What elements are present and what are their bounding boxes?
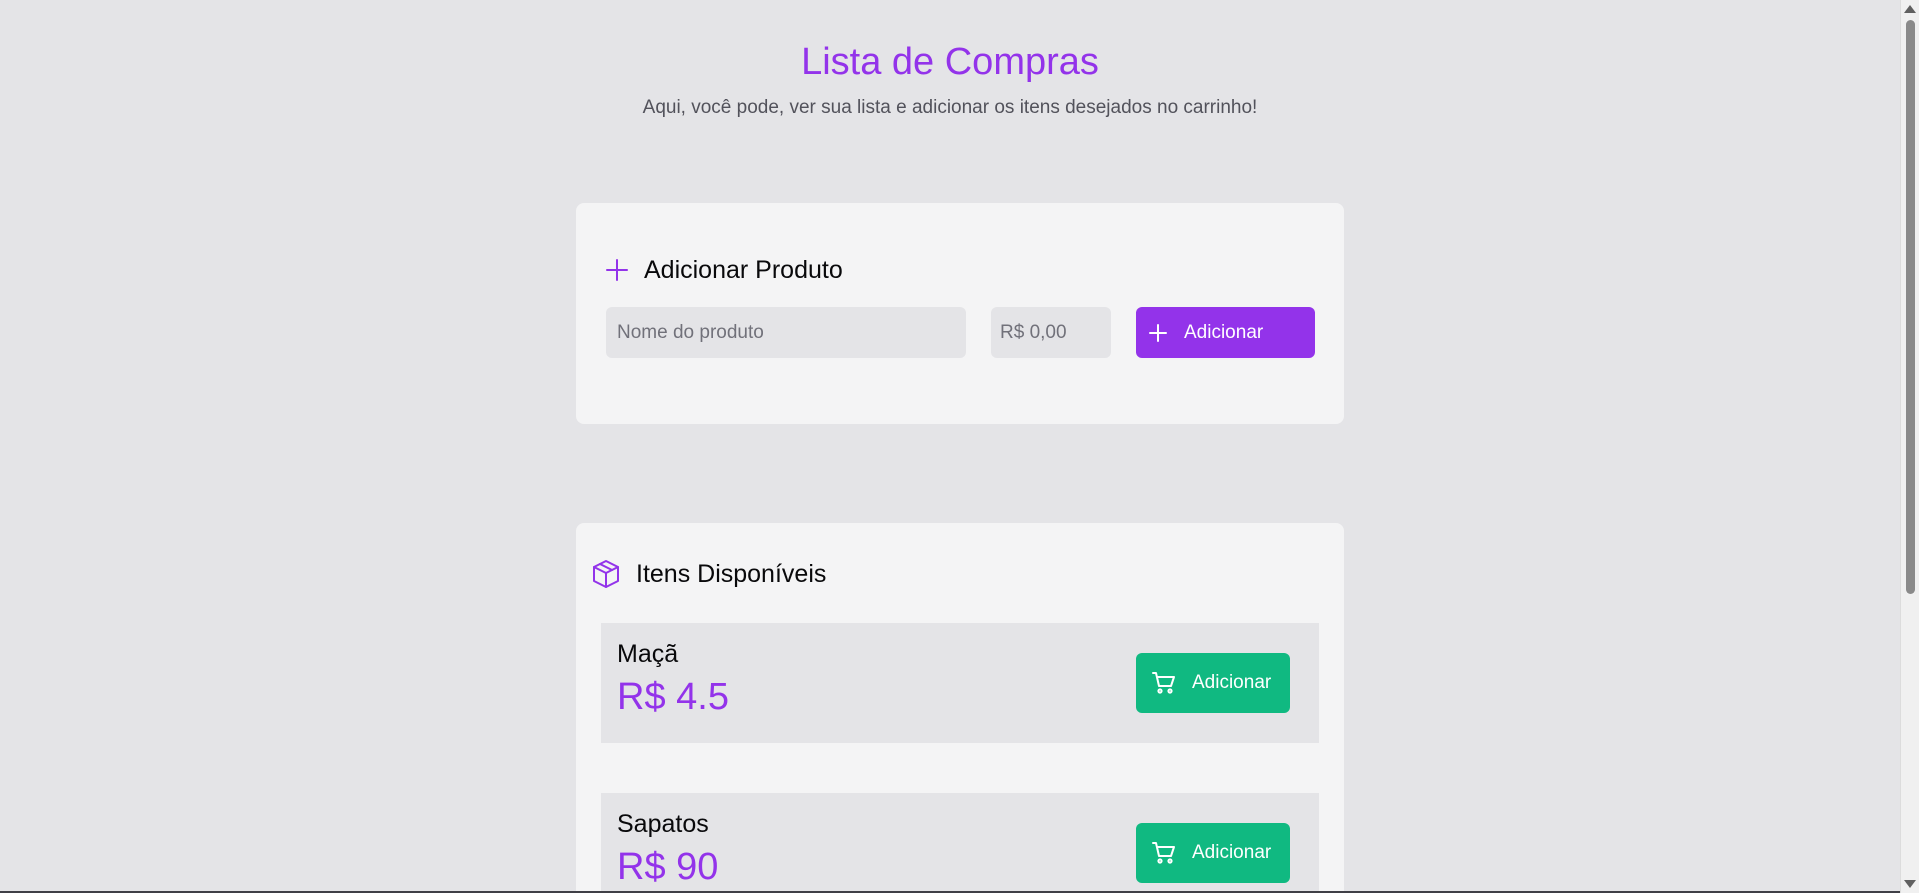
list-item: Sapatos R$ 90 Adicionar xyxy=(601,793,1319,893)
available-items-title: Itens Disponíveis xyxy=(636,559,827,588)
add-product-button-label: Adicionar xyxy=(1184,321,1264,343)
scroll-down-arrow-icon[interactable] xyxy=(1904,880,1916,888)
item-name: Maçã xyxy=(617,640,679,668)
vertical-scrollbar[interactable] xyxy=(1900,0,1919,893)
cart-icon xyxy=(1152,841,1176,865)
page-title: Lista de Compras xyxy=(801,41,1099,83)
available-items-card: Itens Disponíveis Maçã R$ 4.5 Adicionar … xyxy=(576,523,1344,893)
product-name-input[interactable] xyxy=(606,307,966,358)
plus-icon xyxy=(606,259,628,282)
list-item: Maçã R$ 4.5 Adicionar xyxy=(601,623,1319,743)
add-to-cart-button[interactable]: Adicionar xyxy=(1136,823,1290,883)
page: Lista de Compras Aqui, você pode, ver su… xyxy=(0,0,1900,893)
page-header: Lista de Compras Aqui, você pode, ver su… xyxy=(0,0,1900,120)
cart-icon xyxy=(1152,671,1176,695)
add-product-header: Adicionar Produto xyxy=(606,235,843,306)
add-to-cart-button[interactable]: Adicionar xyxy=(1136,653,1290,713)
scroll-up-arrow-icon[interactable] xyxy=(1904,5,1916,13)
scrollbar-thumb[interactable] xyxy=(1906,20,1915,594)
item-name: Sapatos xyxy=(617,810,709,838)
add-to-cart-label: Adicionar xyxy=(1192,842,1272,863)
page-subtitle: Aqui, você pode, ver sua lista e adicion… xyxy=(642,97,1258,118)
plus-icon xyxy=(1148,323,1168,343)
add-product-title: Adicionar Produto xyxy=(644,255,843,284)
product-price-input[interactable] xyxy=(991,307,1111,358)
available-items-header: Itens Disponíveis xyxy=(592,539,826,610)
add-product-form: Adicionar xyxy=(606,307,1315,358)
add-to-cart-label: Adicionar xyxy=(1192,672,1272,693)
package-icon xyxy=(592,559,620,589)
item-price: R$ 4.5 xyxy=(617,676,729,718)
item-price: R$ 90 xyxy=(617,846,719,888)
add-product-button[interactable]: Adicionar xyxy=(1136,307,1315,358)
add-product-card: Adicionar Produto Adicionar xyxy=(576,203,1344,424)
